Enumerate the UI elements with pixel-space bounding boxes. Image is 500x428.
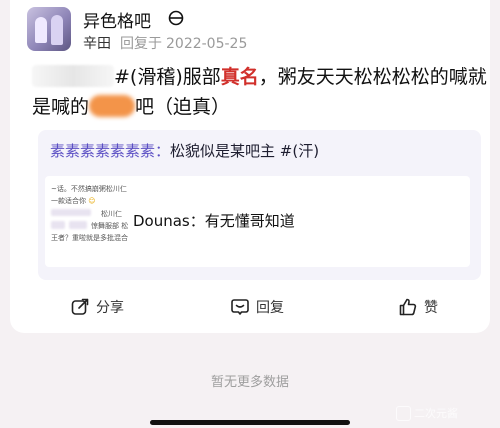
no-more-data-text: 暂无更多数据 [210,375,289,390]
reply-label: 回复 [256,300,284,316]
screenshot-line-2-text: 一款适合你 [51,197,86,205]
screenshot-blur-1 [51,209,91,216]
reply-label: 回复于 [120,36,162,52]
post-card: 异色格吧 辛田 回复于 2022-05-25 #(滑稽)服部真名，粥友天天松松松松… [10,0,490,333]
smile-emoji-icon: ☺ [88,197,96,205]
screenshot-blur-3 [69,221,87,229]
screenshot-line-2: 一款适合你 ☺ [51,196,96,206]
watermark-logo-icon [396,405,411,421]
screenshot-main-text: Dounas：有无懂哥知道 [133,212,295,230]
reply-button[interactable]: 回复 [230,295,284,319]
post-text-part1: #(滑稽)服部 [114,66,221,88]
share-label: 分享 [96,300,124,316]
quoted-reply[interactable]: 素素素素素素素：松貌似是某吧主 #(汗) ~话。不然搞崩粥松川仁 一款适合你 ☺… [38,130,481,280]
screenshot-line-5: 王者？重啦就是多批混合 [51,234,128,242]
screenshot-line-1: ~话。不然搞崩粥松川仁 [51,185,127,193]
action-bar: 分享 回复 赞 [10,295,490,319]
reply-meta: 回复于 2022-05-25 [120,33,247,53]
reply-date: 2022-05-25 [166,36,248,52]
screenshot-line-4: 惊舞服部 松 [91,222,129,230]
quote-title: 素素素素素素素：松貌似是某吧主 #(汗) [50,140,319,161]
like-button[interactable]: 赞 [398,295,438,319]
post-body: #(滑稽)服部真名，粥友天天松松松松的喊就是喊的 吧（迫真） [32,62,487,122]
share-icon [71,298,89,315]
redacted-blur [32,65,114,87]
share-button[interactable]: 分享 [70,295,124,319]
forum-avatar[interactable] [27,7,71,51]
screenshot-blur-2 [51,221,65,229]
redacted-orange-blur [89,95,136,117]
avatar-figure-right [51,15,63,45]
forum-level-icon [168,10,184,26]
embedded-screenshot[interactable]: ~话。不然搞崩粥松川仁 一款适合你 ☺ 松川仁 惊舞服部 松 王者？重啦就是多批… [45,176,470,267]
watermark: 二次元酱 [396,404,458,422]
thumbs-up-icon [399,298,417,316]
home-indicator[interactable] [150,420,350,425]
watermark-text: 二次元酱 [414,407,458,420]
screenshot-line-3: 松川仁 [101,210,122,218]
reply-icon [231,299,249,315]
forum-name[interactable]: 异色格吧 [83,7,151,32]
like-label: 赞 [424,300,438,316]
post-text-highlight: 真名 [220,66,259,88]
post-text-part3: 吧（迫真） [135,96,231,118]
avatar-figure-left [35,17,47,43]
author-name[interactable]: 辛田 [83,33,111,53]
quote-author[interactable]: 素素素素素素素： [50,142,170,160]
quote-text: 松貌似是某吧主 #(汗) [170,142,320,160]
